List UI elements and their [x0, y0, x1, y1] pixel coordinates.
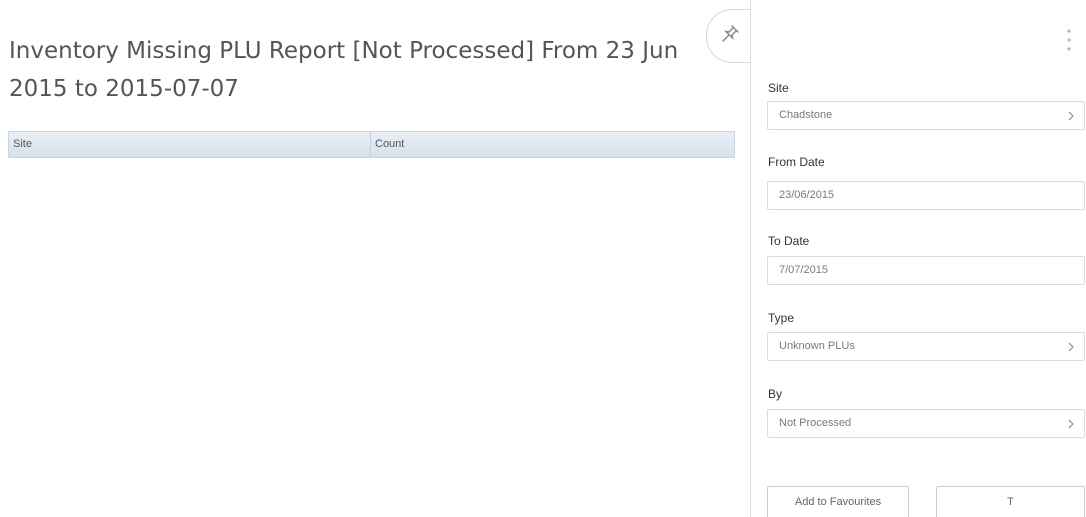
site-value: Chadstone	[779, 109, 833, 121]
page-title: Inventory Missing PLU Report [Not Proces…	[9, 38, 679, 102]
more-vertical-icon[interactable]	[1066, 27, 1072, 53]
column-header-site[interactable]: Site	[9, 132, 371, 157]
type-value: Unknown PLUs	[779, 340, 855, 352]
pin-panel-button[interactable]	[706, 9, 754, 63]
by-label: By	[768, 387, 783, 401]
type-label: Type	[768, 311, 795, 325]
site-label: Site	[768, 81, 789, 95]
filter-panel: Site Chadstone From Date 23/06/2015 To D…	[750, 0, 1086, 517]
column-header-count[interactable]: Count	[371, 132, 734, 157]
add-to-favourites-button[interactable]: Add to Favourites	[767, 486, 909, 517]
by-value: Not Processed	[779, 417, 852, 429]
chevron-right-icon	[1068, 342, 1074, 352]
type-select[interactable]: Unknown PLUs	[767, 332, 1085, 361]
from-date-value: 23/06/2015	[779, 189, 835, 201]
to-date-field[interactable]: 7/07/2015	[767, 256, 1085, 285]
chevron-right-icon	[1068, 111, 1074, 121]
pin-icon	[722, 25, 739, 42]
by-select[interactable]: Not Processed	[767, 409, 1085, 438]
chevron-right-icon	[1068, 419, 1074, 429]
t-button[interactable]: T	[936, 486, 1085, 517]
from-date-field[interactable]: 23/06/2015	[767, 181, 1085, 210]
site-select[interactable]: Chadstone	[767, 101, 1085, 130]
report-page: Inventory Missing PLU Report [Not Proces…	[0, 0, 1086, 517]
report-table-header: Site Count	[8, 131, 735, 158]
to-date-value: 7/07/2015	[779, 264, 828, 276]
to-date-label: To Date	[768, 234, 810, 248]
from-date-label: From Date	[768, 155, 825, 169]
